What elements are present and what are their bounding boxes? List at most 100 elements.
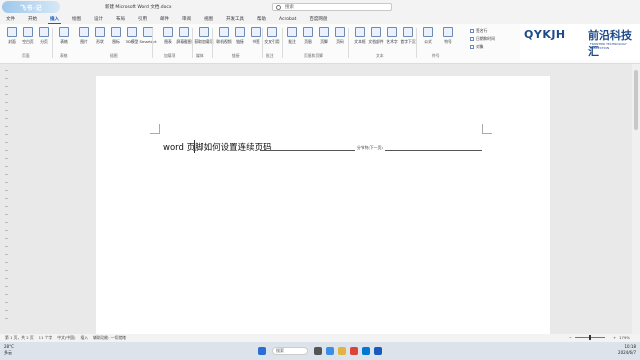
3d-model-button[interactable]: 3D模型	[124, 27, 140, 45]
screenshot-button[interactable]: 屏幕截图	[176, 27, 192, 45]
ribbon-label: SmartArt	[139, 39, 157, 44]
scrollbar-thumb[interactable]	[634, 70, 638, 130]
status-bar: 第 1 页，共 2 页 11 个字 中文(中国) 插入 辅助功能: 一切就绪 −…	[0, 334, 640, 342]
file-explorer-icon[interactable]	[338, 347, 346, 355]
footer-icon	[319, 27, 329, 37]
equation-button[interactable]: 公式	[420, 27, 436, 45]
video-button[interactable]: 联机视频	[216, 27, 232, 45]
mini-item-0[interactable]: 签名行	[470, 28, 487, 34]
comment-button[interactable]: 批注	[284, 27, 300, 45]
addins-button[interactable]: 获取加载项	[195, 27, 214, 45]
header-button[interactable]: 页眉	[300, 27, 316, 45]
ribbon-label: 批注	[288, 39, 296, 44]
mini-item-icon	[470, 45, 474, 49]
dropcap-button[interactable]: 首字下沉	[400, 27, 416, 45]
tab-13[interactable]: 百度网盘	[307, 15, 329, 23]
page-number-button[interactable]: 页码	[332, 27, 348, 45]
ribbon-label: 书签	[252, 39, 260, 44]
symbol-button[interactable]: 符号	[440, 27, 456, 45]
mini-item-label: 对象	[476, 44, 484, 49]
blank-page-icon	[23, 27, 33, 37]
tab-10[interactable]: 开发工具	[224, 15, 246, 23]
zoom-level[interactable]: 179%	[619, 335, 630, 340]
quick-parts-button[interactable]: 文档部件	[368, 27, 384, 45]
chart-button[interactable]: 图表	[160, 27, 176, 45]
cover-button[interactable]: 封面	[4, 27, 20, 45]
icons-button[interactable]: 图标	[108, 27, 124, 45]
group-label-9: 符号	[432, 53, 440, 58]
textbox-button[interactable]: 文本框	[352, 27, 368, 45]
language-indicator[interactable]: 中文(中国)	[57, 335, 75, 341]
chrome-icon[interactable]	[350, 347, 358, 355]
tab-4[interactable]: 设计	[92, 15, 105, 23]
weather-widget[interactable]: 28°C 多云	[4, 344, 14, 356]
document-page[interactable]	[96, 76, 550, 334]
zoom-slider[interactable]	[574, 335, 605, 340]
word-count[interactable]: 11 个字	[39, 335, 53, 341]
insert-mode[interactable]: 插入	[80, 335, 88, 341]
mini-item-2[interactable]: 对象	[470, 44, 484, 50]
ribbon-separator	[152, 28, 153, 58]
section-break-label: 分节符(下一页)	[355, 145, 385, 151]
tab-0[interactable]: 文件	[4, 15, 17, 23]
ribbon-label: 分页	[40, 39, 48, 44]
taskbar-search-label: 搜索	[276, 348, 284, 353]
system-clock[interactable]: 10:18 2024/6/7	[618, 344, 636, 356]
ribbon-label: 3D模型	[125, 39, 139, 44]
tab-8[interactable]: 审阅	[180, 15, 193, 23]
mini-item-icon	[470, 37, 474, 41]
store-icon[interactable]	[362, 347, 370, 355]
footer-button[interactable]: 页脚	[316, 27, 332, 45]
word-taskbar-icon[interactable]	[374, 347, 382, 355]
group-label-5: 链接	[232, 53, 240, 58]
zoom-out-button[interactable]: −	[569, 335, 572, 340]
tab-7[interactable]: 邮件	[158, 15, 171, 23]
page-break-icon	[39, 27, 49, 37]
taskbar-search[interactable]: 搜索	[272, 347, 308, 355]
tab-6[interactable]: 引用	[136, 15, 149, 23]
group-label-6: 批注	[266, 53, 274, 58]
clock-date: 2024/6/7	[618, 350, 636, 355]
document-title: 新建 Microsoft Word 文档.docx	[105, 5, 172, 10]
smartart-button[interactable]: SmartArt	[139, 27, 157, 44]
page-break-button[interactable]: 分页	[36, 27, 52, 45]
mini-item-icon	[470, 29, 474, 33]
ribbon-tabs: 文件 开始 插入 绘图 设计 布局 引用 邮件 审阅 视图 开发工具 帮助 Acrobat 百度网盘	[0, 14, 640, 24]
start-icon[interactable]	[258, 347, 266, 355]
table-button[interactable]: 表格	[56, 27, 72, 45]
task-view-icon[interactable]	[314, 347, 322, 355]
ribbon-label: 图表	[164, 39, 172, 44]
group-label-0: 页面	[22, 53, 30, 58]
link-button[interactable]: 链接	[232, 27, 248, 45]
mini-item-label: 签名行	[476, 28, 488, 33]
tab-5[interactable]: 布局	[114, 15, 127, 23]
picture-button[interactable]: 图片	[76, 27, 92, 45]
document-heading[interactable]: word 页脚如何设置连续页码	[163, 141, 272, 153]
dropcap-icon	[403, 27, 413, 37]
edge-icon[interactable]	[326, 347, 334, 355]
link-icon	[235, 27, 245, 37]
tab-12[interactable]: Acrobat	[277, 16, 298, 23]
ribbon-separator	[416, 28, 417, 58]
ribbon-label: 交叉引用	[264, 39, 280, 44]
tab-2[interactable]: 插入	[48, 15, 61, 24]
page-count[interactable]: 第 1 页，共 2 页	[5, 335, 34, 341]
tab-11[interactable]: 帮助	[255, 15, 268, 23]
ribbon-label: 联机视频	[216, 39, 232, 44]
wordart-button[interactable]: 艺术字	[384, 27, 400, 45]
ribbon-separator	[282, 28, 283, 58]
zoom-in-button[interactable]: +	[613, 335, 616, 340]
tab-3[interactable]: 绘图	[70, 15, 83, 23]
vertical-ruler	[5, 70, 8, 320]
ribbon-separator	[262, 28, 263, 58]
quick-parts-icon	[371, 27, 381, 37]
blank-page-button[interactable]: 空白页	[20, 27, 36, 45]
accessibility-status[interactable]: 辅助功能: 一切就绪	[93, 335, 126, 341]
search-input[interactable]: 搜索	[272, 3, 392, 11]
cross-ref-button[interactable]: 交叉引用	[264, 27, 280, 45]
shapes-button[interactable]: 形状	[92, 27, 108, 45]
mini-item-1[interactable]: 日期和时间	[470, 36, 495, 42]
tab-1[interactable]: 开始	[26, 15, 39, 23]
ribbon-label: 图片	[80, 39, 88, 44]
tab-9[interactable]: 视图	[202, 15, 215, 23]
